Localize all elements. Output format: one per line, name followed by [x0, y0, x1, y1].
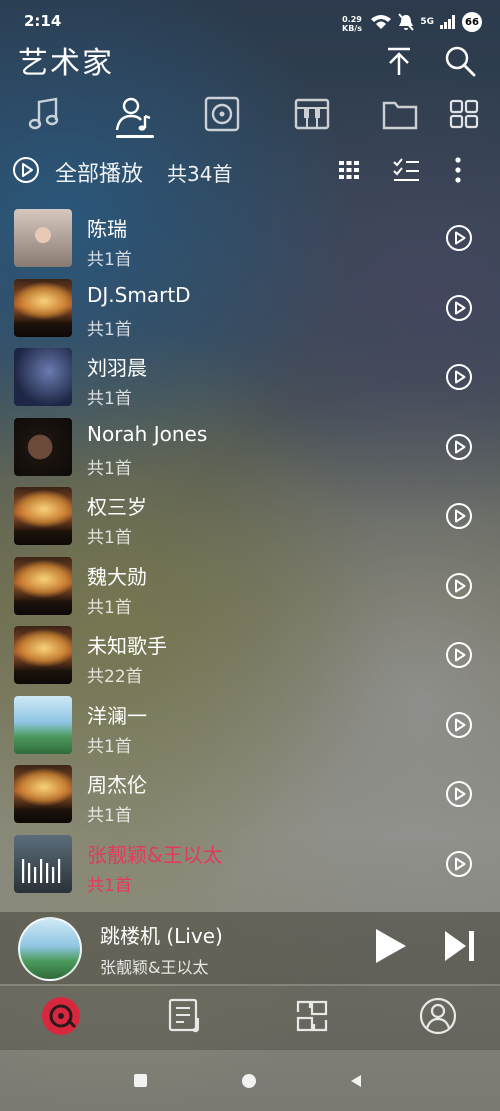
category-tabs: [0, 90, 500, 140]
page-title: 艺术家: [18, 46, 114, 81]
multi-select-icon[interactable]: [392, 157, 420, 183]
artist-thumbnail: [14, 626, 72, 684]
artist-name: 周杰伦: [87, 773, 147, 797]
artist-name: 权三岁: [87, 495, 147, 519]
artist-thumbnail: [14, 834, 72, 893]
status-icons: 5G 66: [370, 12, 482, 32]
mute-bell-icon: [398, 13, 415, 31]
artist-thumbnail: [14, 417, 72, 476]
play-artist-icon[interactable]: [445, 363, 473, 391]
album-icon[interactable]: [202, 94, 242, 134]
play-artist-icon[interactable]: [445, 572, 473, 600]
artist-name: Norah Jones: [87, 421, 208, 446]
artist-list: 陈瑞 共1首 DJ.SmartD 共1首 刘羽晨 共1首 Norah Jones 共1首 权三岁…: [0, 204, 500, 912]
home-button[interactable]: [242, 1074, 256, 1088]
play-all-icon[interactable]: [12, 156, 40, 184]
artist-song-count: 共1首: [87, 389, 132, 409]
back-icon[interactable]: [350, 1074, 362, 1088]
more-menu-icon[interactable]: [452, 156, 464, 184]
next-track-icon[interactable]: [442, 928, 478, 964]
play-artist-icon[interactable]: [445, 850, 473, 878]
artist-song-count: 共22首: [87, 667, 143, 687]
artist-name: 刘羽晨: [87, 356, 147, 380]
signal-label: 5G: [420, 17, 434, 27]
artist-thumbnail: [14, 278, 72, 337]
play-artist-icon[interactable]: [445, 294, 473, 322]
battery-indicator: 66: [462, 12, 482, 32]
now-playing-cover[interactable]: [18, 917, 82, 981]
now-playing-title: 跳楼机 (Live): [100, 924, 223, 948]
artist-song-count: 共1首: [87, 736, 132, 757]
play-artist-icon[interactable]: [445, 502, 473, 530]
switch-icon[interactable]: [292, 996, 332, 1036]
artist-song-count: 共1首: [87, 458, 132, 479]
artist-row[interactable]: 周杰伦共1首: [0, 760, 500, 830]
artist-song-count: 共1首: [87, 806, 132, 826]
playlist-icon[interactable]: [166, 996, 206, 1036]
artist-row[interactable]: Norah Jones 共1首: [0, 413, 500, 483]
grid-view-icon[interactable]: [337, 158, 361, 182]
artist-name: 张靓颖&王以太: [87, 842, 223, 867]
play-artist-icon[interactable]: [445, 641, 473, 669]
grid-icon[interactable]: [444, 94, 484, 134]
artist-thumbnail: [14, 695, 72, 754]
artist-name: 陈瑞: [87, 217, 127, 241]
artist-song-count: 共1首: [87, 250, 132, 270]
artist-row[interactable]: 刘羽晨共1首: [0, 343, 500, 413]
tab-active-indicator: [116, 135, 154, 138]
artist-name: 魏大勋: [87, 564, 147, 589]
artist-thumbnail: [14, 348, 72, 406]
artist-song-count: 共1首: [87, 597, 132, 618]
mini-player[interactable]: 跳楼机 (Live) 张靓颖&王以太: [0, 912, 500, 984]
recents-button[interactable]: [134, 1074, 147, 1087]
artist-song-count: 共1首: [87, 319, 132, 340]
artist-thumbnail: [14, 209, 72, 267]
play-all-button[interactable]: 全部播放: [55, 156, 143, 188]
wifi-icon: [371, 15, 392, 29]
signal-bars-icon: [440, 15, 455, 29]
artist-row[interactable]: 洋澜一共1首: [0, 691, 500, 761]
artist-thumbnail: [14, 487, 72, 545]
piano-icon[interactable]: [292, 94, 332, 134]
status-bar: 2:14 0.29 KB/s 5G 66: [0, 0, 500, 40]
music-note-icon[interactable]: [24, 94, 64, 134]
artist-thumbnail: [14, 556, 72, 615]
artist-row[interactable]: 未知歌手共22首: [0, 621, 500, 691]
artist-song-count: 共1首: [87, 528, 132, 548]
play-button[interactable]: [370, 926, 410, 966]
artist-row[interactable]: 魏大勋共1首: [0, 552, 500, 622]
scroll-to-top-icon[interactable]: [382, 44, 416, 78]
play-all-bar: 全部播放 共34首: [0, 142, 500, 198]
artist-icon[interactable]: [114, 94, 154, 134]
play-artist-icon[interactable]: [445, 433, 473, 461]
song-count: 共34首: [167, 162, 233, 186]
artist-row[interactable]: DJ.SmartD 共1首: [0, 274, 500, 344]
system-nav-bar: [0, 1052, 500, 1111]
network-speed: 0.29 KB/s: [342, 15, 362, 33]
profile-icon[interactable]: [418, 996, 458, 1036]
artist-name: 未知歌手: [87, 634, 167, 658]
play-artist-icon[interactable]: [445, 224, 473, 252]
artist-thumbnail: [14, 765, 72, 823]
artist-song-count: 共1首: [87, 875, 132, 896]
artist-name: DJ.SmartD: [87, 282, 191, 307]
play-artist-icon[interactable]: [445, 711, 473, 739]
now-playing-artist: 张靓颖&王以太: [100, 958, 209, 977]
play-artist-icon[interactable]: [445, 780, 473, 808]
artist-row[interactable]: 权三岁共1首: [0, 482, 500, 552]
status-time: 2:14: [24, 12, 62, 30]
music-library-icon[interactable]: [41, 996, 81, 1036]
folder-icon[interactable]: [380, 94, 420, 134]
artist-row[interactable]: 陈瑞共1首: [0, 204, 500, 274]
artist-name: 洋澜一: [87, 703, 147, 728]
search-icon[interactable]: [443, 44, 477, 78]
artist-row[interactable]: 张靓颖&王以太共1首: [0, 830, 500, 900]
bottom-nav: [0, 986, 500, 1050]
